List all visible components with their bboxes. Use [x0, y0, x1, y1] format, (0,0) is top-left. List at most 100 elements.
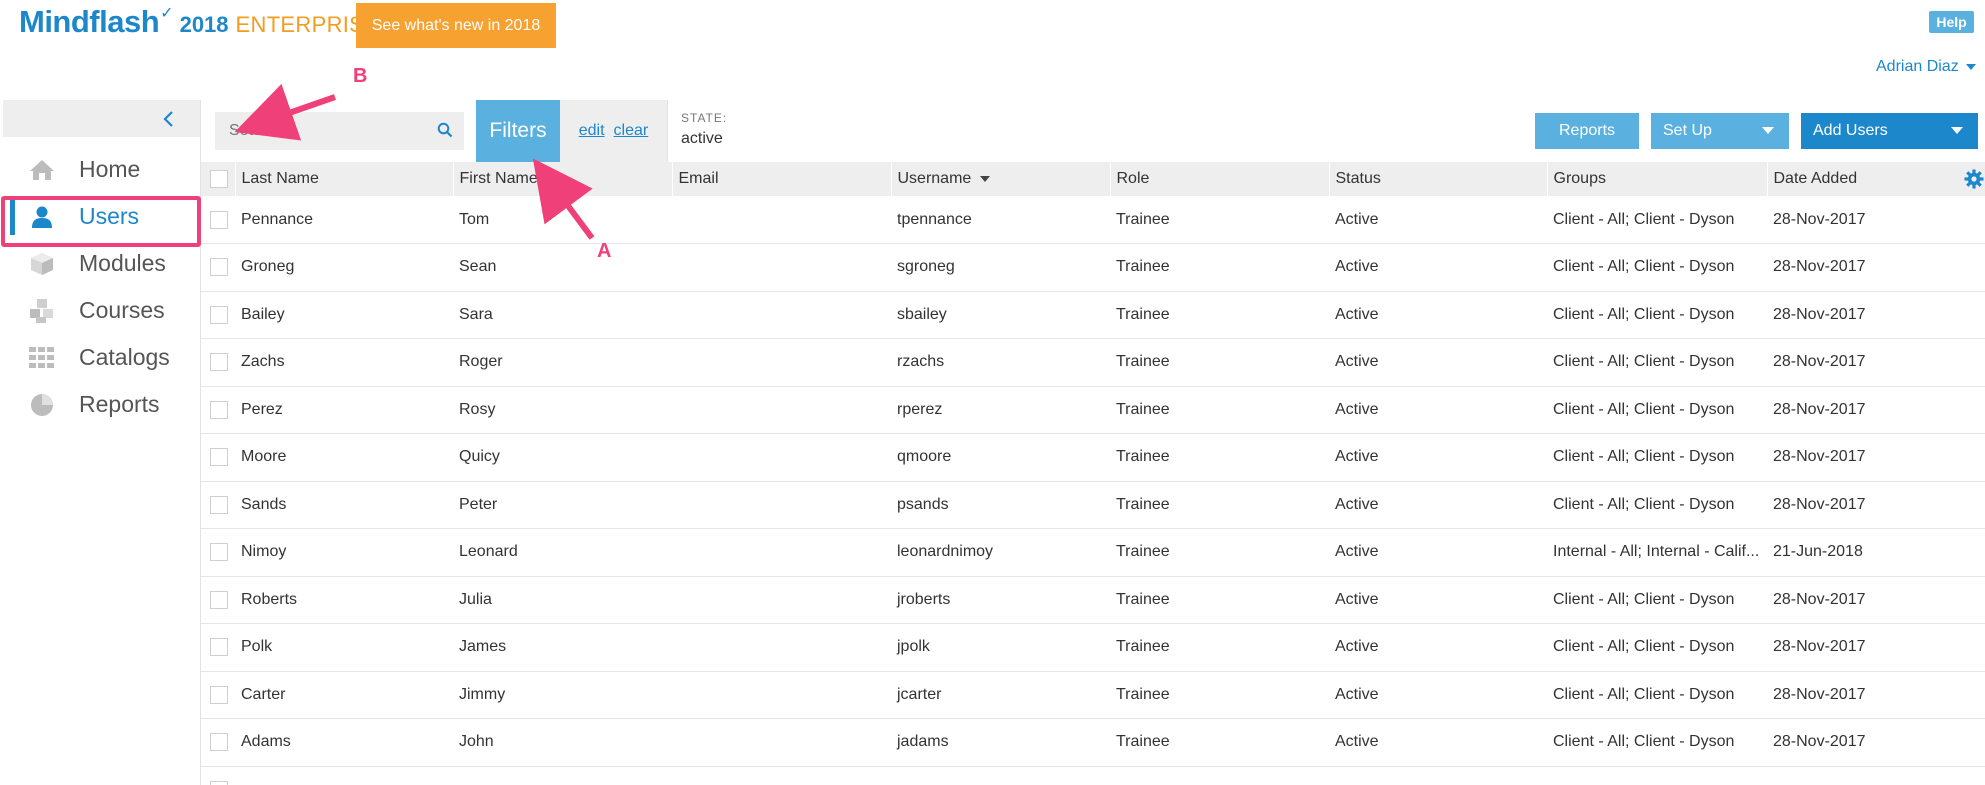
cell-last-name: Bailey	[241, 305, 285, 323]
cell-last-name: Polk	[241, 638, 273, 656]
row-checkbox[interactable]	[210, 543, 228, 562]
cell-groups: Client - All; Client - Dyson	[1553, 305, 1735, 323]
row-checkbox[interactable]	[210, 448, 228, 467]
table-row[interactable]: Polk James jpolk Trainee Active Client - All;…	[201, 624, 1985, 671]
table-row[interactable]: Groneg Sean sgroneg Trainee Active Client - A…	[201, 244, 1985, 291]
row-checkbox[interactable]	[210, 780, 228, 785]
row-checkbox[interactable]	[210, 590, 228, 609]
row-checkbox[interactable]	[210, 638, 228, 657]
sidebar-item-home[interactable]: Home	[3, 146, 200, 193]
cell-username: sbailey	[897, 305, 947, 323]
column-header-email[interactable]: Email	[671, 162, 891, 196]
cell-groups: Client - All; Client - Dyson	[1553, 353, 1735, 371]
reports-button-label: Reports	[1558, 122, 1616, 139]
whats-new-button[interactable]: See what's new in 2018	[356, 3, 556, 48]
table-row[interactable]: Pennance Tom tpennance Trainee Active Client …	[201, 196, 1985, 244]
table-row[interactable]: Roberts Julia jroberts Trainee Active Client …	[201, 576, 1985, 624]
cell-last-name: Pennance	[241, 210, 314, 228]
chevron-left-icon[interactable]	[160, 109, 178, 129]
sidebar-item-catalogs[interactable]: Catalogs	[3, 334, 200, 381]
table-row[interactable]: Bailey Sara sbailey Trainee Active Client - A…	[201, 291, 1985, 339]
gear-icon[interactable]	[1964, 169, 1984, 189]
cell-role: Trainee	[1116, 400, 1170, 418]
cell-date-added: 21-Jun-2018	[1773, 543, 1863, 561]
row-checkbox[interactable]	[210, 400, 228, 419]
logo-brand: Mindflash	[19, 4, 160, 39]
table-row[interactable]	[201, 766, 1985, 785]
table-row[interactable]: Adams John jadams Trainee Active Client - All…	[201, 719, 1985, 766]
select-all-checkbox[interactable]	[210, 170, 228, 188]
column-header-username[interactable]: Username	[890, 162, 1110, 196]
cell-last-name: Nimoy	[241, 543, 287, 561]
filter-links: edit clear	[560, 100, 667, 162]
cell-last-name: Carter	[241, 685, 286, 703]
search-input[interactable]	[215, 112, 464, 150]
column-header-role[interactable]: Role	[1109, 162, 1329, 196]
cell-username: rzachs	[897, 353, 945, 371]
home-icon	[27, 155, 57, 185]
filters-button[interactable]: Filters	[476, 100, 560, 162]
user-menu[interactable]: Adrian Diaz	[1876, 58, 1981, 76]
row-checkbox[interactable]	[210, 495, 228, 514]
table-row[interactable]: Moore Quicy qmoore Trainee Active Client - Al…	[201, 434, 1985, 482]
row-checkbox[interactable]	[210, 733, 228, 752]
cell-username: tpennance	[897, 210, 972, 228]
cell-first-name: John	[459, 733, 494, 751]
cell-role: Trainee	[1116, 638, 1170, 656]
cell-first-name: Peter	[459, 495, 498, 513]
column-header-groups[interactable]: Groups	[1546, 162, 1767, 196]
cell-email	[672, 291, 891, 339]
reports-button[interactable]: Reports	[1535, 113, 1639, 149]
add-users-button-label: Add Users	[1813, 122, 1888, 139]
table-row[interactable]: Zachs Roger rzachs Trainee Active Client - Al…	[201, 339, 1985, 387]
pie-chart-icon	[27, 390, 57, 420]
chevron-down-icon	[1762, 127, 1774, 134]
cell-status: Active	[1335, 590, 1379, 608]
filter-state: STATE: active	[667, 100, 967, 162]
clear-filter-link[interactable]: clear	[614, 122, 649, 140]
sidebar-collapse-bar[interactable]	[3, 100, 200, 137]
row-checkbox[interactable]	[210, 305, 228, 324]
help-button[interactable]: Help	[1929, 11, 1974, 33]
row-checkbox[interactable]	[210, 210, 228, 229]
row-checkbox[interactable]	[210, 258, 228, 277]
mindflash-logo[interactable]: Mindflash ✓ 2018 ENTERPRISE	[19, 4, 379, 44]
cell-status: Active	[1335, 543, 1379, 561]
cell-first-name: Sara	[459, 305, 493, 323]
users-table: Last Name First Name Email Username Role…	[201, 162, 1985, 785]
cell-last-name	[235, 766, 453, 785]
column-header-first-name[interactable]: First Name	[452, 162, 672, 196]
edit-filter-link[interactable]: edit	[579, 122, 605, 140]
table-row[interactable]: Sands Peter psands Trainee Active Client - Al…	[201, 481, 1985, 529]
row-checkbox[interactable]	[210, 685, 228, 704]
cell-email	[672, 339, 891, 387]
column-header-status[interactable]: Status	[1328, 162, 1547, 196]
table-row[interactable]: Carter Jimmy jcarter Trainee Active Client - …	[201, 671, 1985, 719]
row-checkbox[interactable]	[210, 353, 228, 372]
cell-username: jadams	[897, 733, 949, 751]
users-toolbar: Filters edit clear STATE: active Reports…	[201, 100, 1985, 162]
setup-dropdown-button[interactable]: Set Up	[1651, 113, 1789, 149]
cell-email	[672, 434, 891, 482]
sidebar-item-users[interactable]: Users	[3, 193, 200, 240]
search-icon[interactable]	[437, 122, 453, 138]
cell-date-added: 28-Nov-2017	[1773, 400, 1866, 418]
cell-groups: Client - All; Client - Dyson	[1553, 685, 1735, 703]
cell-username: qmoore	[897, 448, 952, 466]
sidebar-item-courses[interactable]: Courses	[3, 287, 200, 334]
cell-status: Active	[1335, 258, 1379, 276]
sidebar-item-reports[interactable]: Reports	[3, 381, 200, 428]
cell-date-added: 28-Nov-2017	[1773, 685, 1866, 703]
column-header-last-name[interactable]: Last Name	[234, 162, 453, 196]
sidebar-item-modules[interactable]: Modules	[3, 240, 200, 287]
user-icon	[27, 202, 57, 232]
select-all-cell	[201, 162, 235, 196]
state-label: STATE:	[681, 111, 728, 125]
column-header-date-added[interactable]: Date Added	[1766, 162, 1985, 196]
cell-role: Trainee	[1116, 685, 1170, 703]
table-row[interactable]: Perez Rosy rperez Trainee Active Client - All…	[201, 386, 1985, 434]
cell-date-added: 28-Nov-2017	[1773, 258, 1866, 276]
add-users-dropdown-button[interactable]: Add Users	[1801, 113, 1978, 149]
table-row[interactable]: Nimoy Leonard leonardnimoy Trainee Active Int…	[201, 529, 1985, 576]
logo-year: 2018	[179, 12, 229, 37]
